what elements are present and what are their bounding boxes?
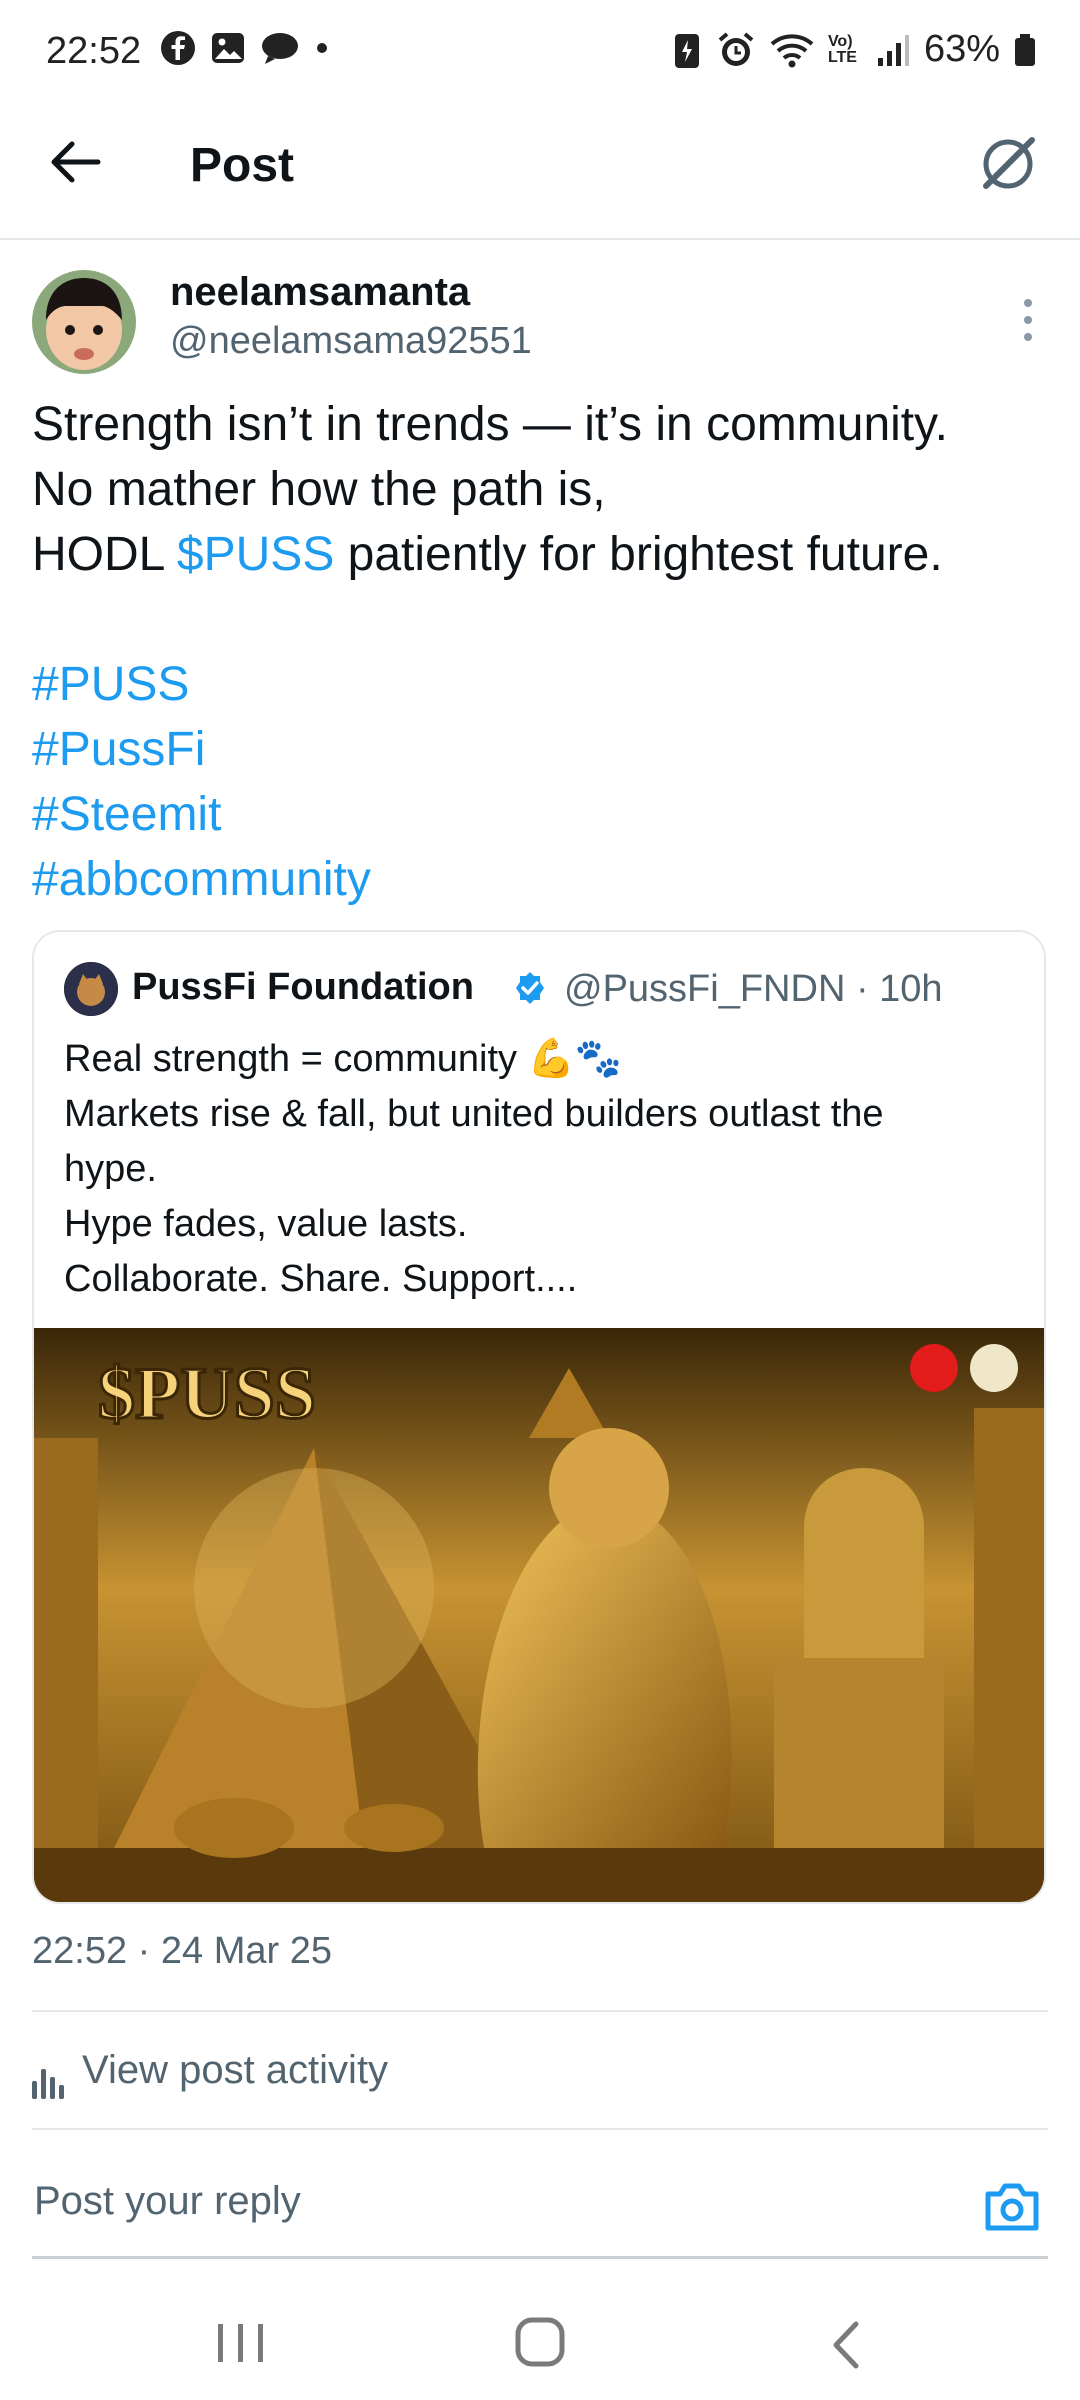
hashtag-link[interactable]: #Steemit [32,782,1042,847]
author-handle[interactable]: @neelamsama92551 [170,320,532,363]
quoted-author-name: PussFi Foundation [132,966,474,1008]
battery-saver-icon [674,33,699,68]
author-avatar[interactable] [32,270,136,374]
post-line-3-suffix: patiently for brightest future. [334,528,943,581]
system-icons: Vo) LTE 63% [672,28,1036,71]
grok-icon[interactable] [972,128,1044,200]
quoted-line: Collaborate. Share. Support.... [64,1258,578,1300]
quoted-handle-time: @PussFi_FNDN · 10h [564,968,943,1010]
page-title: Post [190,139,295,192]
status-time: 22:52 [46,30,142,72]
alarm-icon [718,31,754,66]
reply-input[interactable] [32,2178,936,2225]
hashtag-link[interactable]: #PUSS [32,652,1042,717]
battery-icon [1015,33,1035,66]
facebook-icon [161,31,195,65]
chat-icon [262,33,298,64]
hashtag-link[interactable]: #abbcommunity [32,847,1042,912]
quoted-post-card[interactable]: PussFi Foundation @PussFi_FNDN · 10h Rea… [32,930,1046,1904]
more-options-icon[interactable] [1016,295,1040,345]
back-arrow-icon[interactable] [44,130,108,194]
post-line-3-prefix: HODL [32,528,177,581]
status-bar: 22:52 Vo) LTE 63% [0,0,1080,110]
recent-apps-icon[interactable] [210,2318,270,2368]
quoted-line: Markets rise & fall, but united builders… [64,1093,884,1135]
post-line-2: No mather how the path is, [32,463,606,516]
author-display-name[interactable]: neelamsamanta [170,270,470,315]
quoted-post-image[interactable]: $PUSS [34,1328,1046,1904]
signal-icon [877,34,909,66]
battery-percent: 63% [923,28,1000,70]
home-icon[interactable] [512,2314,568,2370]
analytics-icon [32,2054,68,2099]
post-line-1: Strength isn’t in trends — it’s in commu… [32,398,948,451]
quoted-post-text: Real strength = community 💪🐾 Markets ris… [64,1032,1024,1307]
image-caption: $PUSS [98,1353,316,1435]
verified-badge-icon [516,972,544,1004]
gallery-icon [212,33,244,63]
divider [32,2128,1048,2130]
notification-icons [160,30,330,66]
nav-back-icon[interactable] [822,2318,872,2372]
post-timestamp: 22:52 · 24 Mar 25 [32,1930,332,1972]
reply-underline [32,2256,1048,2259]
app-bar [0,110,1080,240]
quoted-line: hype. [64,1148,157,1190]
camera-icon[interactable] [982,2178,1042,2234]
cashtag-link[interactable]: $PUSS [177,528,334,581]
dot-icon [317,43,327,53]
hashtag-link[interactable]: #PussFi [32,717,1042,782]
quoted-line: Hype fades, value lasts. [64,1203,468,1245]
quoted-author-avatar [64,962,118,1016]
post-text: Strength isn’t in trends — it’s in commu… [32,392,1042,912]
divider [32,2010,1048,2012]
view-post-activity-button[interactable]: View post activity [32,2048,389,2099]
post-line-3: HODL $PUSS patiently for brightest futur… [32,522,1042,587]
avatar-image [32,270,136,374]
wifi-icon [770,33,814,67]
quoted-line: Real strength = community 💪🐾 [64,1038,623,1080]
network-type: Vo) LTE [827,32,857,66]
view-post-activity-label: View post activity [82,2048,389,2092]
